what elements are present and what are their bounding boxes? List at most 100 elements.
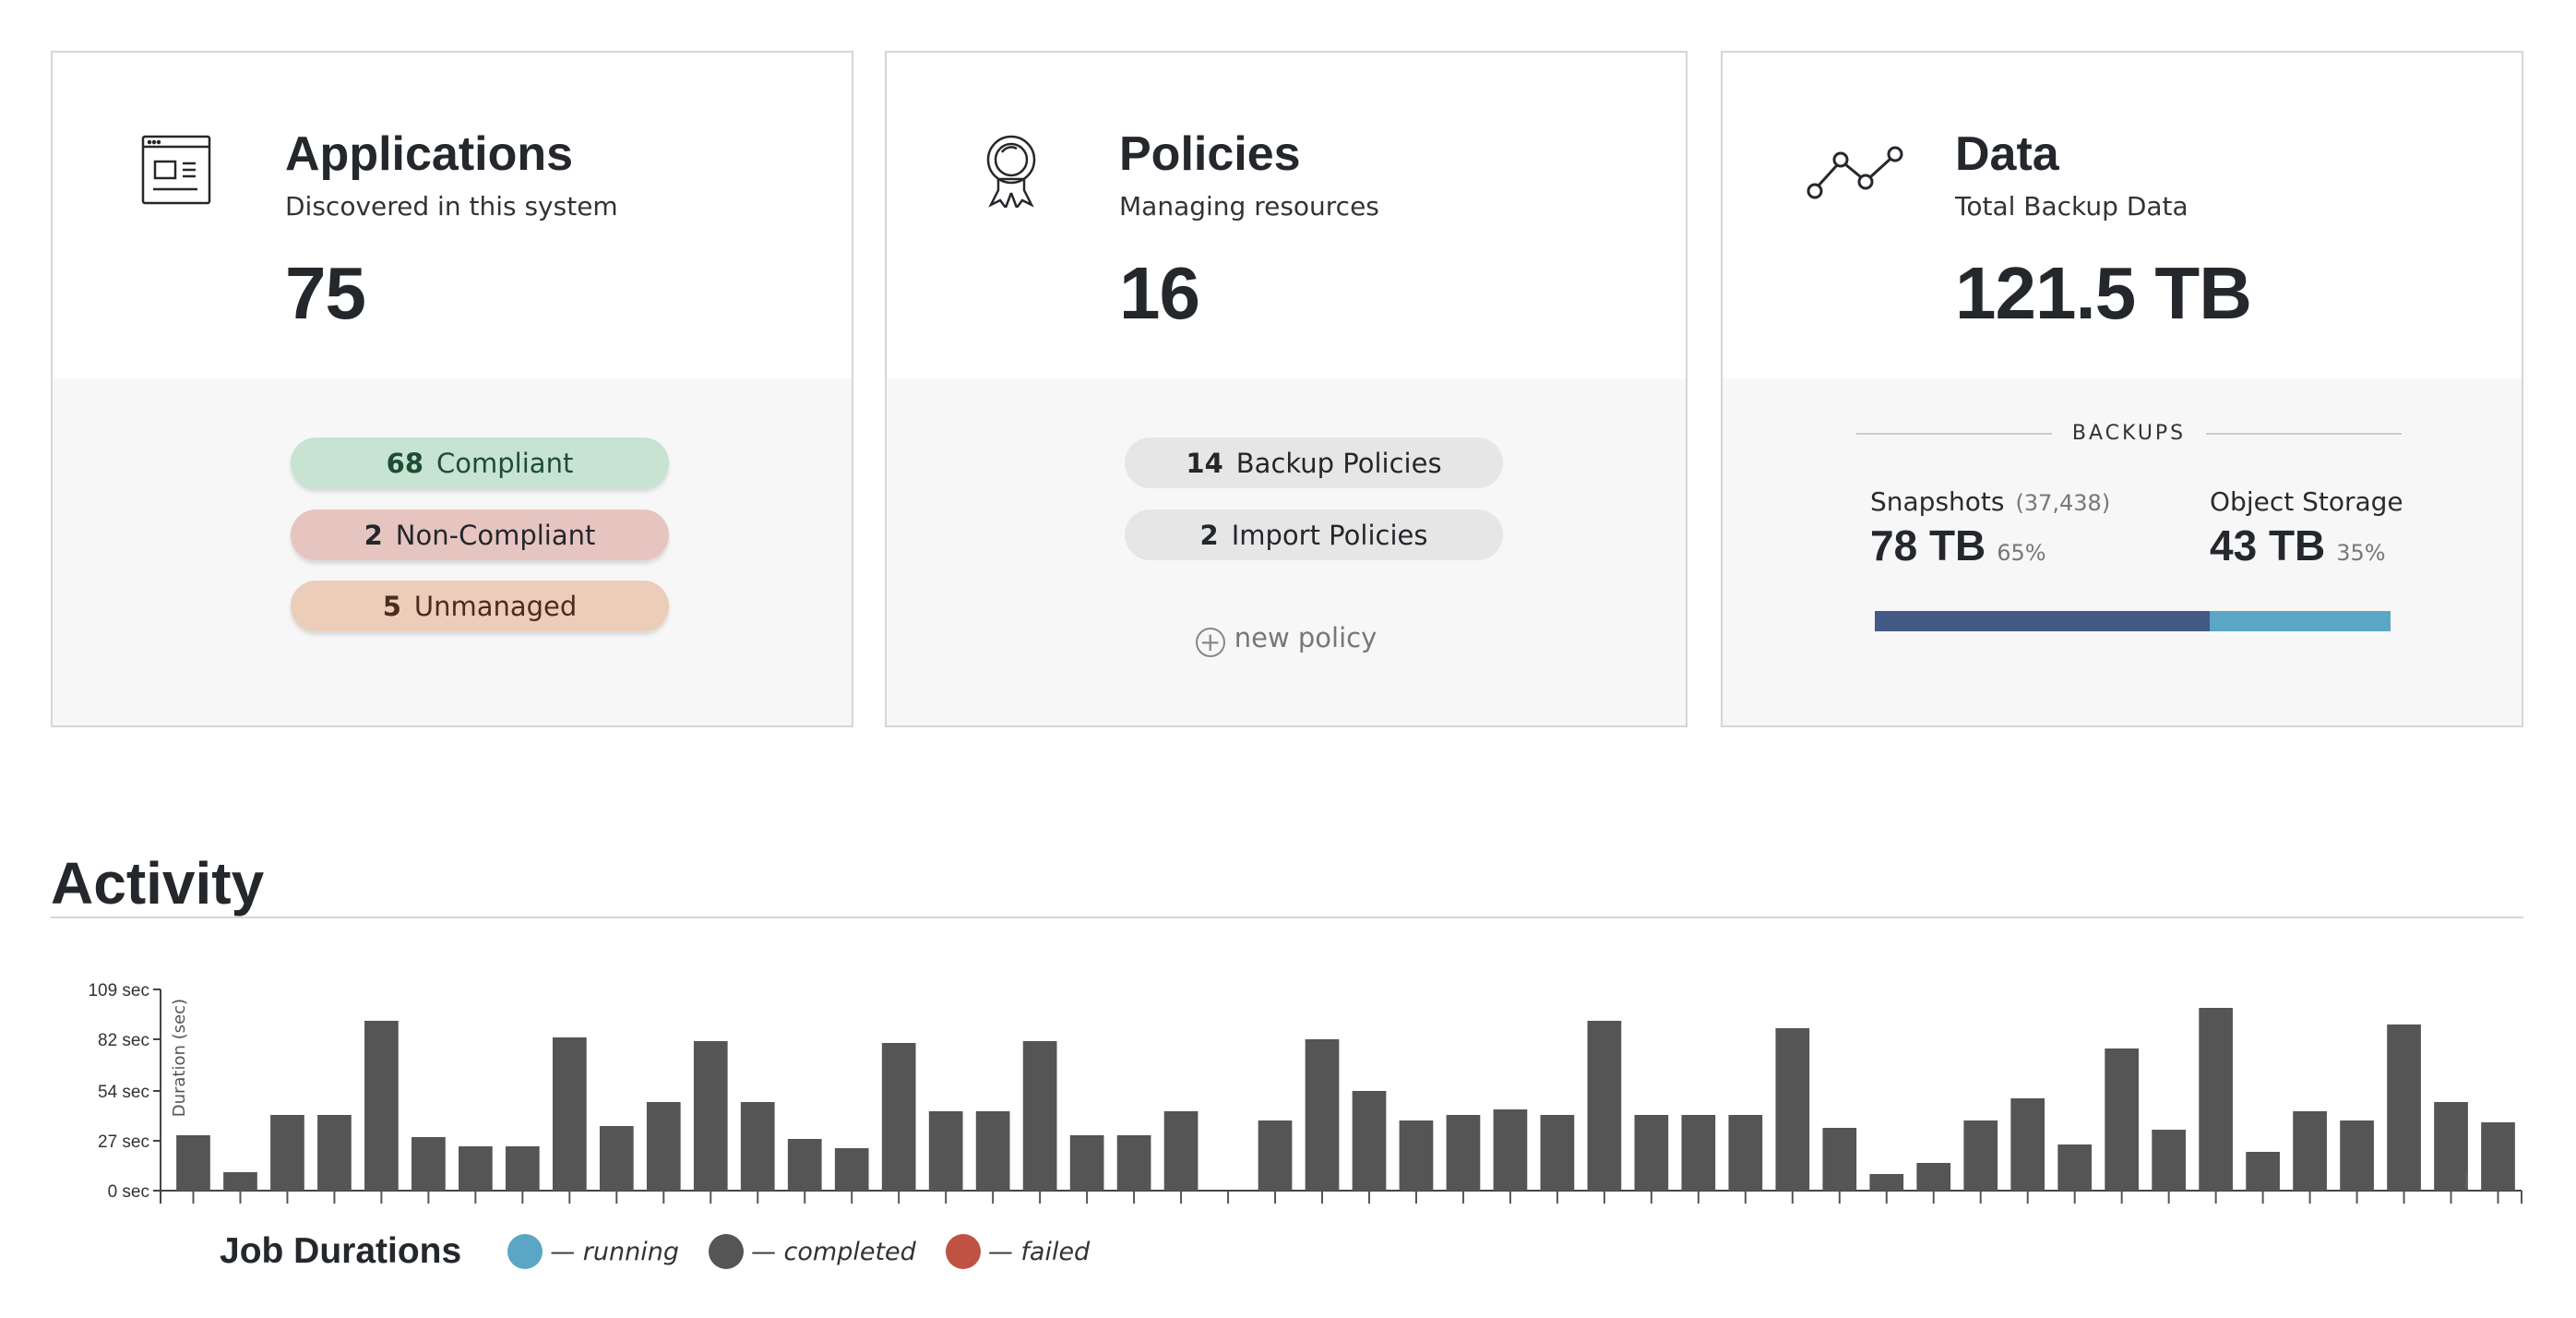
compliant-pill[interactable]: 68 Compliant xyxy=(291,437,669,488)
tick-label-fragment: J xyxy=(2463,1171,2469,1189)
y-tick-label: 27 sec xyxy=(98,1132,149,1152)
section-label: BACKUPS xyxy=(2071,422,2187,445)
bar xyxy=(1022,1041,1057,1191)
bar xyxy=(317,1115,352,1191)
unmanaged-pill[interactable]: 5 Unmanaged xyxy=(291,581,669,631)
bar xyxy=(2293,1111,2327,1191)
completed-dot-icon xyxy=(708,1234,744,1269)
policies-card: Policies Managing resources 16 14 Backup … xyxy=(885,51,1688,727)
card-subtitle: Total Backup Data xyxy=(1955,191,2188,222)
backup-split-bar xyxy=(1875,611,2391,631)
bar xyxy=(693,1041,728,1191)
line-graph-icon xyxy=(1807,146,1903,199)
bar xyxy=(1163,1111,1199,1191)
object-storage-segment xyxy=(2210,611,2391,631)
stat-label: Object Storage xyxy=(2210,486,2403,517)
pill-count: 5 xyxy=(382,590,401,622)
snapshot-count: (37,438) xyxy=(2015,490,2111,516)
pill-label: Compliant xyxy=(436,447,574,479)
stat-percent: 65% xyxy=(1997,540,2046,566)
backups-divider: BACKUPS xyxy=(1856,422,2403,445)
pill-count: 2 xyxy=(1199,519,1219,551)
pill-label: Backup Policies xyxy=(1235,447,1442,479)
bar xyxy=(1681,1115,1716,1191)
bar xyxy=(2152,1130,2187,1191)
legend-label: — failed xyxy=(987,1237,1091,1266)
award-ribbon-icon xyxy=(986,135,1036,208)
non-compliant-pill[interactable]: 2 Non-Compliant xyxy=(291,509,669,560)
bar xyxy=(2481,1122,2515,1191)
bar xyxy=(1822,1128,1857,1191)
failed-dot-icon xyxy=(945,1234,981,1269)
legend-label: — completed xyxy=(750,1237,916,1266)
legend-item-running[interactable]: — running xyxy=(507,1234,679,1269)
applications-card: Applications Discovered in this system 7… xyxy=(51,51,853,727)
stat-value: 43 TB xyxy=(2210,521,2326,569)
bar xyxy=(1963,1120,1998,1191)
y-axis-label: Duration (sec) xyxy=(170,999,189,1117)
stat-label: Snapshots xyxy=(1870,486,2005,517)
card-title: Applications xyxy=(285,127,574,181)
running-dot-icon xyxy=(507,1234,543,1269)
snapshots-segment xyxy=(1875,611,2211,631)
y-tick-label: 0 sec xyxy=(108,1182,149,1202)
bar xyxy=(2434,1102,2468,1191)
legend-label: — running xyxy=(550,1237,679,1266)
bar xyxy=(459,1146,493,1191)
bar xyxy=(928,1111,963,1191)
object-storage-stat: Object Storage 43 TB 35% xyxy=(2210,486,2403,570)
y-tick-label: 109 sec xyxy=(88,981,149,1000)
pill-count: 68 xyxy=(386,447,424,479)
backup-policies-pill[interactable]: 14 Backup Policies xyxy=(1125,437,1503,488)
bar xyxy=(1069,1135,1104,1191)
snapshots-stat: Snapshots (37,438) 78 TB 65% xyxy=(1870,486,2110,570)
chart-legend: Job Durations — running — completed — fa… xyxy=(220,1231,1119,1272)
bar xyxy=(1493,1109,1528,1191)
bar xyxy=(2387,1024,2421,1191)
legend-item-failed[interactable]: — failed xyxy=(945,1234,1091,1269)
y-tick-label: 82 sec xyxy=(98,1031,149,1050)
bar xyxy=(1258,1120,1293,1191)
new-policy-label: new policy xyxy=(1234,622,1377,653)
import-policies-pill[interactable]: 2 Import Policies xyxy=(1125,509,1503,560)
legend-item-completed[interactable]: — completed xyxy=(708,1234,916,1269)
bar xyxy=(834,1148,869,1191)
bar xyxy=(2246,1152,2280,1191)
bar xyxy=(2057,1144,2093,1191)
bar xyxy=(1728,1115,1763,1191)
data-card: Data Total Backup Data 121.5 TB BACKUPS … xyxy=(1721,51,2523,727)
new-policy-link[interactable]: + new policy xyxy=(887,622,1686,657)
plus-circle-icon: + xyxy=(1195,628,1225,657)
bar xyxy=(740,1102,775,1191)
card-title: Policies xyxy=(1119,127,1301,181)
stat-percent: 35% xyxy=(2336,540,2386,566)
bar xyxy=(1916,1163,1951,1191)
application-window-icon xyxy=(141,135,211,205)
pill-label: Unmanaged xyxy=(413,590,578,622)
y-tick-label: 54 sec xyxy=(98,1083,149,1102)
bar xyxy=(1116,1135,1151,1191)
bar xyxy=(223,1172,257,1191)
total-backup-data: 121.5 TB xyxy=(1955,252,2252,334)
activity-heading: Activity xyxy=(51,850,265,917)
bar xyxy=(364,1021,399,1191)
card-subtitle: Discovered in this system xyxy=(285,191,618,222)
stat-value: 78 TB xyxy=(1870,521,1986,569)
job-durations-chart: 0 sec 27 sec 54 sec 82 sec 109 sec Duration (… xyxy=(88,981,2522,1204)
bar xyxy=(2199,1008,2233,1191)
pill-count: 2 xyxy=(364,519,383,551)
bar xyxy=(1352,1091,1387,1191)
pill-count: 14 xyxy=(1186,447,1223,479)
bar xyxy=(975,1111,1010,1191)
bar xyxy=(176,1135,210,1191)
bar xyxy=(552,1037,587,1191)
bar xyxy=(646,1102,681,1191)
bar xyxy=(2105,1048,2140,1191)
policies-count: 16 xyxy=(1119,252,1200,334)
bar xyxy=(505,1146,540,1191)
applications-count: 75 xyxy=(285,252,366,334)
bar xyxy=(1869,1174,1904,1191)
card-title: Data xyxy=(1955,127,2059,181)
bar xyxy=(881,1043,916,1191)
bar xyxy=(1399,1120,1434,1191)
